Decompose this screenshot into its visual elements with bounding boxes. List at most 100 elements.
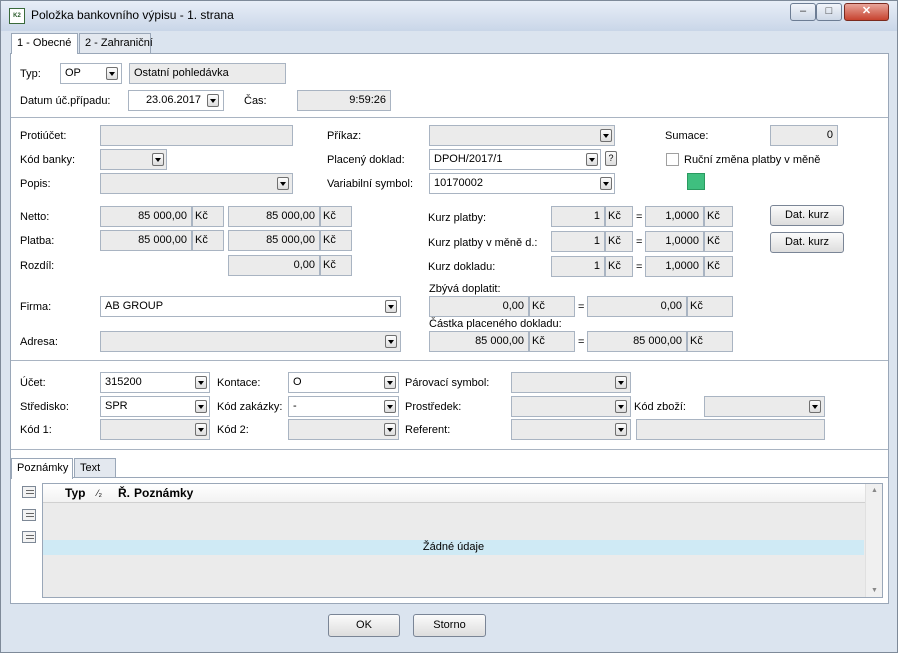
rucni-zmena-checkbox[interactable]: [666, 153, 679, 166]
popis-select[interactable]: [100, 173, 293, 194]
cas-label: Čas:: [244, 95, 267, 107]
referent-dropdown-icon[interactable]: [615, 423, 627, 436]
maximize-button[interactable]: □: [816, 3, 842, 21]
scroll-up-icon[interactable]: ▲: [871, 487, 878, 494]
placeny-doklad-label: Placený doklad:: [327, 154, 405, 166]
castka-label: Částka placeného dokladu:: [429, 318, 562, 330]
popis-label: Popis:: [20, 178, 51, 190]
firma-dropdown-icon[interactable]: [385, 300, 397, 313]
kurz-platby-currency: Kč: [605, 206, 633, 227]
kod-zbozi-dropdown-icon[interactable]: [809, 400, 821, 413]
castka-currency-1: Kč: [529, 331, 575, 352]
prostredek-dropdown-icon[interactable]: [615, 400, 627, 413]
rozdil-value: 0,00: [228, 255, 320, 276]
kod2-select[interactable]: [288, 419, 399, 440]
kurz-platby-mena-rate-currency: Kč: [704, 231, 733, 252]
kurz-dokladu-label: Kurz dokladu:: [428, 261, 496, 273]
referent-extra-field: [636, 419, 825, 440]
kurz-dokladu-eq: =: [636, 261, 643, 273]
parovaci-dropdown-icon[interactable]: [615, 376, 627, 389]
rozdil-currency: Kč: [320, 255, 352, 276]
col-poznamky[interactable]: Poznámky: [134, 486, 193, 500]
prostredek-select[interactable]: [511, 396, 631, 417]
placeny-doklad-select[interactable]: DPOH/2017/1: [429, 149, 601, 170]
ucet-dropdown-icon[interactable]: [195, 376, 207, 389]
storno-button[interactable]: Storno: [413, 614, 486, 637]
protiucet-field[interactable]: [100, 125, 293, 146]
netto-currency-1: Kč: [192, 206, 224, 227]
separator-2: [11, 360, 888, 361]
kontace-select[interactable]: O: [288, 372, 399, 393]
tab-obecne[interactable]: 1 - Obecné: [11, 33, 78, 54]
kurz-platby-rate-currency: Kč: [704, 206, 733, 227]
scroll-down-icon[interactable]: ▼: [871, 587, 878, 594]
add-note-icon[interactable]: [22, 486, 36, 498]
parovaci-select[interactable]: [511, 372, 631, 393]
tab-poznamky[interactable]: Poznámky: [11, 458, 73, 479]
zbyva-currency-2: Kč: [687, 296, 733, 317]
separator-3: [11, 449, 888, 450]
ok-button[interactable]: OK: [328, 614, 400, 637]
kurz-dokladu-rate: 1,0000: [645, 256, 704, 277]
adresa-select[interactable]: [100, 331, 401, 352]
kurz-platby-eq: =: [636, 211, 643, 223]
dialog-window: K2 Položka bankovního výpisu - 1. strana…: [0, 0, 898, 653]
sort-icon[interactable]: ⁄₂: [97, 488, 102, 498]
notes-scrollbar[interactable]: ▲ ▼: [865, 484, 882, 597]
ucet-label: Účet:: [20, 377, 46, 389]
kontace-dropdown-icon[interactable]: [384, 376, 396, 389]
kod-zakazky-select[interactable]: -: [288, 396, 399, 417]
stredisko-dropdown-icon[interactable]: [195, 400, 207, 413]
tab-text[interactable]: Text: [74, 458, 116, 478]
prikaz-dropdown-icon[interactable]: [600, 129, 612, 142]
status-indicator: [687, 173, 705, 190]
placeny-doklad-dropdown-icon[interactable]: [586, 153, 598, 166]
col-radek[interactable]: Ř.: [118, 486, 130, 500]
datum-dropdown-icon[interactable]: [207, 94, 219, 107]
adresa-dropdown-icon[interactable]: [385, 335, 397, 348]
help-button[interactable]: ?: [605, 151, 617, 166]
platba-label: Platba:: [20, 235, 55, 247]
copy-note-icon[interactable]: [22, 531, 36, 543]
typ-description: Ostatní pohledávka: [129, 63, 286, 84]
platba-currency-2: Kč: [320, 230, 352, 251]
popis-dropdown-icon[interactable]: [277, 177, 289, 190]
castka-value-2: 85 000,00: [587, 331, 687, 352]
firma-select[interactable]: AB GROUP: [100, 296, 401, 317]
typ-value: OP: [65, 67, 81, 79]
empty-message: Žádné údaje: [43, 540, 864, 555]
referent-select[interactable]: [511, 419, 631, 440]
kod1-select[interactable]: [100, 419, 210, 440]
minimize-button[interactable]: –: [790, 3, 816, 21]
kod-zakazky-dropdown-icon[interactable]: [384, 400, 396, 413]
var-symbol-select[interactable]: 10170002: [429, 173, 615, 194]
netto-value-2: 85 000,00: [228, 206, 320, 227]
stredisko-select[interactable]: SPR: [100, 396, 210, 417]
edit-note-icon[interactable]: [22, 509, 36, 521]
kod2-dropdown-icon[interactable]: [384, 423, 396, 436]
kod-zbozi-label: Kód zboží:: [634, 401, 686, 413]
kod1-dropdown-icon[interactable]: [195, 423, 207, 436]
prostredek-label: Prostředek:: [405, 401, 462, 413]
var-symbol-dropdown-icon[interactable]: [600, 177, 612, 190]
kod-zbozi-select[interactable]: [704, 396, 825, 417]
col-typ[interactable]: Typ: [65, 486, 85, 500]
kurz-platby-mena-amount: 1: [551, 231, 605, 252]
separator-1: [11, 117, 888, 118]
parovaci-label: Párovací symbol:: [405, 377, 490, 389]
sumace-label: Sumace:: [665, 130, 709, 142]
dat-kurz-button-1[interactable]: Dat. kurz: [770, 205, 844, 226]
typ-dropdown-icon[interactable]: [106, 67, 118, 80]
kurz-dokladu-currency: Kč: [605, 256, 633, 277]
notes-panel: Typ ⁄₂ Ř. Poznámky Žádné údaje ▲ ▼: [11, 477, 888, 603]
protiucet-label: Protiúčet:: [20, 130, 67, 142]
tab-zahranicni[interactable]: 2 - Zahraniční: [79, 33, 153, 53]
ucet-select[interactable]: 315200: [100, 372, 210, 393]
kod-banky-dropdown-icon[interactable]: [152, 153, 164, 166]
close-button[interactable]: ✕: [844, 3, 889, 21]
stredisko-label: Středisko:: [20, 401, 69, 413]
kurz-platby-label: Kurz platby:: [428, 212, 487, 224]
dat-kurz-button-2[interactable]: Dat. kurz: [770, 232, 844, 253]
app-icon: K2: [9, 8, 25, 24]
prikaz-select[interactable]: [429, 125, 615, 146]
